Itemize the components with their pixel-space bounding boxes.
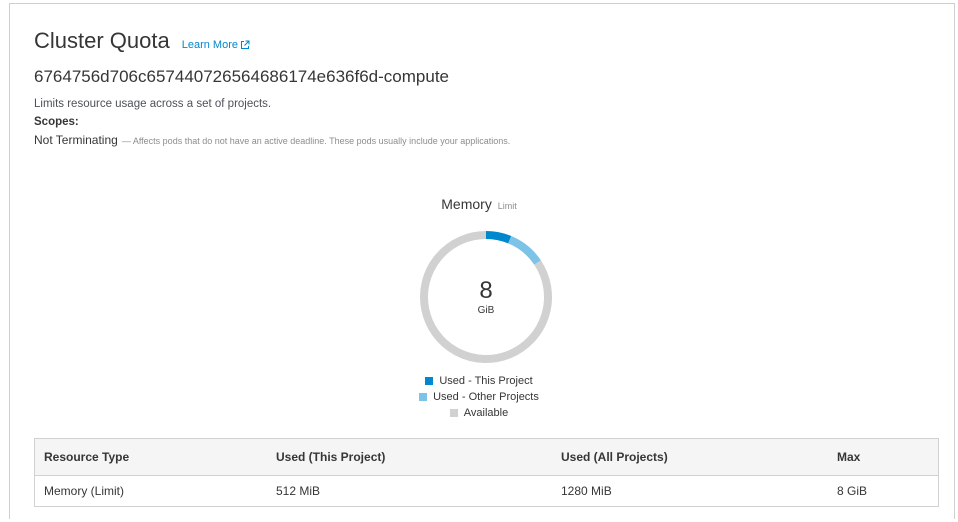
donut-slice-other-projects [508, 236, 541, 265]
scope-row: Not Terminating — Affects pods that do n… [34, 133, 510, 147]
learn-more-label: Learn More [181, 39, 238, 51]
learn-more-link[interactable]: Learn More [182, 39, 250, 51]
external-link-icon [241, 40, 250, 49]
title-row: Cluster Quota Learn More [34, 28, 250, 54]
column-header-used-all-projects: Used (All Projects) [552, 438, 828, 476]
table-header-row: Resource Type Used (This Project) Used (… [34, 438, 939, 476]
cell-used-all-projects: 1280 MiB [552, 475, 828, 507]
scope-name: Not Terminating [34, 133, 118, 147]
legend-label: Used - This Project [439, 375, 533, 387]
legend-swatch [449, 409, 458, 417]
table-row: Memory (Limit) 512 MiB 1280 MiB 8 GiB [34, 475, 939, 507]
cell-resource-type: Memory (Limit) [34, 475, 267, 507]
cell-max: 8 GiB [828, 475, 939, 507]
column-header-used-this-project: Used (This Project) [267, 438, 552, 476]
cell-used-this-project: 512 MiB [267, 475, 552, 507]
scope-description: — Affects pods that do not have an activ… [121, 136, 511, 146]
scopes-label: Scopes: [34, 116, 79, 128]
chart-legend: Used - This Project Used - Other Project… [0, 373, 958, 421]
donut-slice-this-project [485, 231, 512, 244]
page-title: Cluster Quota [34, 28, 170, 53]
chart-title: Memory Limit [0, 196, 958, 212]
legend-item-available: Available [449, 405, 509, 421]
column-header-max: Max [828, 438, 939, 476]
chart-title-text: Memory [441, 196, 492, 212]
chart-subtitle: Limit [497, 201, 517, 211]
legend-item-this-project: Used - This Project [425, 373, 533, 389]
quota-description: Limits resource usage across a set of pr… [34, 98, 272, 110]
donut-center-unit: GiB [477, 305, 495, 316]
legend-label: Used - Other Projects [433, 391, 539, 403]
quota-name: 6764756d706c657440726564686174e636f6d-co… [34, 67, 449, 86]
column-header-resource-type: Resource Type [34, 438, 267, 476]
legend-item-other-projects: Used - Other Projects [419, 389, 539, 405]
legend-swatch [419, 393, 428, 401]
donut-center-value: 8 [479, 277, 493, 304]
legend-swatch [425, 377, 434, 385]
quota-table: Resource Type Used (This Project) Used (… [34, 438, 939, 507]
legend-label: Available [463, 407, 509, 419]
